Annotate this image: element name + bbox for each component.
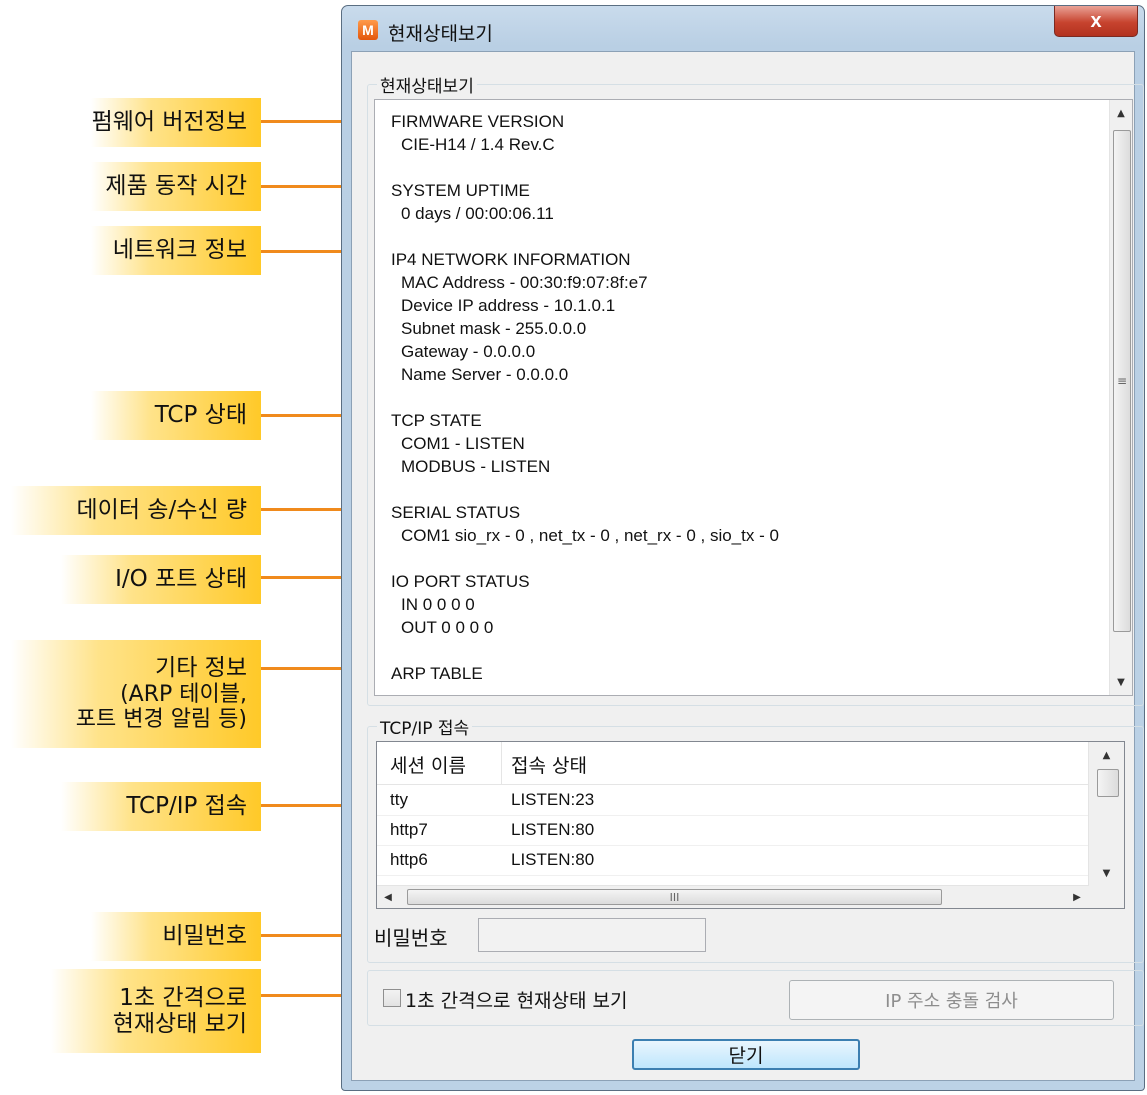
status-text: FIRMWARE VERSION CIE-H14 / 1.4 Rev.C SYS… <box>391 110 779 685</box>
callout-serial: 데이터 송/수신 량 <box>11 486 261 535</box>
list-horizontal-scrollbar[interactable]: ◀ III ▶ <box>377 885 1088 908</box>
session-name: http6 <box>390 850 428 869</box>
session-state: LISTEN:80 <box>511 850 595 869</box>
ip-conflict-check-button[interactable]: IP 주소 충돌 검사 <box>789 980 1114 1020</box>
status-line: COM1 sio_rx - 0 , net_tx - 0 , net_rx - … <box>401 526 779 545</box>
status-line: Gateway - 0.0.0.0 <box>401 342 536 361</box>
status-textbox[interactable]: FIRMWARE VERSION CIE-H14 / 1.4 Rev.C SYS… <box>374 99 1133 696</box>
callout-label: 펌웨어 버전정보 <box>91 109 247 136</box>
status-vertical-scrollbar[interactable]: ▲ ≡ ▼ <box>1109 100 1132 695</box>
callout-firmware: 펌웨어 버전정보 <box>91 98 261 147</box>
callout-label: 제품 동작 시간 <box>105 173 247 200</box>
scroll-thumb[interactable]: III <box>407 889 942 905</box>
status-line: MAC Address - 00:30:f9:07:8f:e7 <box>401 273 648 292</box>
session-name: http7 <box>390 820 428 839</box>
table-row[interactable]: http7 LISTEN:80 <box>377 815 1088 846</box>
status-line: COM1 - LISTEN <box>401 434 525 453</box>
scroll-right-arrow-icon[interactable]: ▶ <box>1066 886 1088 908</box>
callout-password: 비밀번호 <box>91 912 261 961</box>
callout-line: 1초 간격으로 <box>119 984 247 1011</box>
callout-label: I/O 포트 상태 <box>115 566 247 593</box>
status-line: SYSTEM UPTIME <box>391 181 530 200</box>
status-line: Name Server - 0.0.0.0 <box>401 365 569 384</box>
callout-line: 기타 정보 <box>155 655 247 682</box>
close-button[interactable]: 닫기 <box>632 1039 860 1070</box>
status-line: TCP STATE <box>391 411 482 430</box>
table-row[interactable]: tty LISTEN:23 <box>377 785 1088 816</box>
status-line: FIRMWARE VERSION <box>391 112 565 131</box>
callout-label-interval: 1초 간격으로 현재상태 보기 <box>113 985 247 1038</box>
scroll-left-arrow-icon[interactable]: ◀ <box>377 886 399 908</box>
status-line: CIE-H14 / 1.4 Rev.C <box>401 135 555 154</box>
status-line: MODBUS - LISTEN <box>401 457 551 476</box>
close-window-button[interactable]: x <box>1054 6 1138 37</box>
callout-label: 데이터 송/수신 량 <box>76 497 248 524</box>
title-bar[interactable]: M 현재상태보기 x <box>342 6 1144 52</box>
callout-tcpip: TCP/IP 접속 <box>61 782 261 831</box>
callout-network: 네트워크 정보 <box>91 226 261 275</box>
scroll-up-arrow-icon[interactable]: ▲ <box>1089 744 1124 766</box>
status-line: Subnet mask - 255.0.0.0 <box>401 319 587 338</box>
callout-label: 비밀번호 <box>162 923 247 950</box>
column-header-connection-state[interactable]: 접속 상태 <box>511 751 587 778</box>
callout-tcp-state: TCP 상태 <box>91 391 261 440</box>
table-row[interactable]: http6 LISTEN:80 <box>377 845 1088 876</box>
session-state: LISTEN:80 <box>511 820 595 839</box>
scroll-up-arrow-icon[interactable]: ▲ <box>1110 102 1132 124</box>
scroll-down-arrow-icon[interactable]: ▼ <box>1110 671 1132 693</box>
list-vertical-scrollbar[interactable]: ▲ ▼ <box>1088 742 1124 886</box>
dialog-client-area: 현재상태보기 FIRMWARE VERSION CIE-H14 / 1.4 Re… <box>351 51 1144 1081</box>
status-group-label: 현재상태보기 <box>377 72 477 97</box>
status-line: 0 days / 00:00:06.11 <box>401 204 554 223</box>
callout-label: TCP 상태 <box>154 402 247 429</box>
session-name: tty <box>390 790 408 809</box>
callout-etc: 기타 정보 (ARP 테이블, 포트 변경 알림 등) <box>11 640 261 748</box>
callout-line: 현재상태 보기 <box>112 1011 247 1037</box>
callout-line: (ARP 테이블, <box>120 681 247 707</box>
status-line: IO PORT STATUS <box>391 572 530 591</box>
session-state: LISTEN:23 <box>511 790 595 809</box>
callout-label-etc: 기타 정보 (ARP 테이블, 포트 변경 알림 등) <box>76 655 247 732</box>
password-label: 비밀번호 <box>374 926 448 950</box>
interval-checkbox[interactable] <box>383 989 401 1007</box>
interval-checkbox-label[interactable]: 1초 간격으로 현재상태 보기 <box>405 986 628 1013</box>
callout-interval: 1초 간격으로 현재상태 보기 <box>51 969 261 1053</box>
callout-line: 포트 변경 알림 등) <box>75 707 247 733</box>
status-line: SERIAL STATUS <box>391 503 521 522</box>
status-line: ARP TABLE <box>391 664 483 683</box>
status-line: IN 0 0 0 0 <box>401 595 475 614</box>
tcpip-session-list[interactable]: 세션 이름 접속 상태 tty LISTEN:23 http7 LISTEN:8… <box>376 741 1125 909</box>
password-input[interactable] <box>478 918 706 952</box>
window-title: 현재상태보기 <box>388 23 493 45</box>
callout-label: TCP/IP 접속 <box>126 793 247 820</box>
callout-uptime: 제품 동작 시간 <box>91 162 261 211</box>
status-line: Device IP address - 10.1.0.1 <box>401 296 616 315</box>
scroll-down-arrow-icon[interactable]: ▼ <box>1089 862 1124 884</box>
status-dialog: M 현재상태보기 x 현재상태보기 FIRMWARE VERSION CIE-H… <box>341 5 1145 1091</box>
tcpip-group-label: TCP/IP 접속 <box>377 714 473 739</box>
list-header: 세션 이름 접속 상태 <box>377 742 1088 785</box>
callout-io: I/O 포트 상태 <box>61 555 261 604</box>
app-icon: M <box>358 20 378 40</box>
callout-label: 네트워크 정보 <box>112 237 247 264</box>
scroll-thumb[interactable] <box>1097 769 1119 797</box>
column-header-session-name[interactable]: 세션 이름 <box>390 751 466 778</box>
scroll-thumb[interactable]: ≡ <box>1113 130 1131 632</box>
status-line: OUT 0 0 0 0 <box>401 618 494 637</box>
status-line: IP4 NETWORK INFORMATION <box>391 250 631 269</box>
